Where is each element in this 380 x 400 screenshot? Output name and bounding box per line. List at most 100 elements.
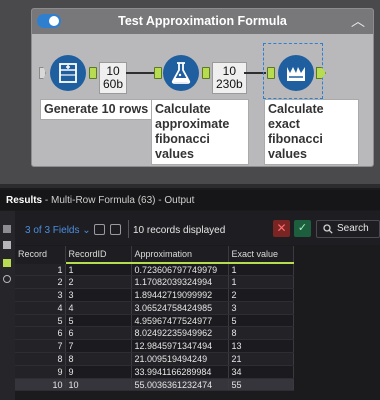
table-row[interactable]: 10 10 55.0036361232474 55 xyxy=(15,378,294,392)
exact-value-cell[interactable]: 1 xyxy=(228,263,294,277)
recordid-cell[interactable]: 4 xyxy=(65,301,132,315)
recordid-cell[interactable]: 10 xyxy=(65,378,132,392)
exact-value-cell[interactable]: 5 xyxy=(228,314,294,328)
tool-label-multi-row-formula: Calculate exact fibonacci values xyxy=(264,99,359,165)
tool-output-anchor[interactable] xyxy=(89,67,97,79)
row-number-cell[interactable]: 2 xyxy=(15,275,66,290)
data-size: 60b xyxy=(103,77,124,91)
exact-value-cell[interactable]: 2 xyxy=(228,288,294,302)
list-view-icon[interactable] xyxy=(3,241,11,249)
container-title: Test Approximation Formula xyxy=(118,14,287,28)
approximation-cell[interactable]: 33.9941166289984 xyxy=(131,365,229,379)
tool-label-generate-rows: Generate 10 rows xyxy=(40,99,153,120)
table-row[interactable]: 3 3 1.89442719099992 2 xyxy=(15,288,294,302)
connection-count-1: 10 60b xyxy=(99,62,128,94)
info-icon[interactable] xyxy=(3,275,11,283)
table-row[interactable]: 2 2 1.17082039324994 1 xyxy=(15,275,294,290)
search-input[interactable]: Search xyxy=(316,220,380,238)
workflow-canvas[interactable]: Test Approximation Formula ︿ 10 60b 10 2… xyxy=(0,0,380,184)
approximation-cell[interactable]: 0.723606797749979 xyxy=(131,263,229,277)
row-number-cell[interactable]: 7 xyxy=(15,339,66,354)
connection-line[interactable] xyxy=(126,72,154,74)
exact-value-cell[interactable]: 3 xyxy=(228,301,294,315)
table-row[interactable]: 4 4 3.06524758424985 3 xyxy=(15,301,294,315)
chevron-down-icon: ⌄ xyxy=(82,225,91,236)
row-number-cell[interactable]: 6 xyxy=(15,326,66,341)
table-row[interactable]: 5 5 4.95967477524977 5 xyxy=(15,314,294,328)
exact-value-cell[interactable]: 21 xyxy=(228,352,294,366)
cancel-button[interactable]: ✕ xyxy=(273,220,290,237)
approximation-cell[interactable]: 1.89442719099992 xyxy=(131,288,229,302)
recordid-cell[interactable]: 3 xyxy=(65,288,132,302)
results-title: Results xyxy=(6,195,43,206)
exact-value-cell[interactable]: 34 xyxy=(228,365,294,379)
search-label: Search xyxy=(337,223,369,234)
recordid-cell[interactable]: 2 xyxy=(65,275,132,290)
row-number-cell[interactable]: 8 xyxy=(15,352,66,366)
results-side-toolbar xyxy=(0,211,15,400)
approximation-cell[interactable]: 4.95967477524977 xyxy=(131,314,229,328)
recordid-cell[interactable]: 6 xyxy=(65,326,132,341)
results-subtitle: - Multi-Row Formula (63) - Output xyxy=(42,195,195,206)
row-number-cell[interactable]: 3 xyxy=(15,288,66,302)
clear-selection-icon[interactable] xyxy=(110,224,121,235)
exact-value-cell[interactable]: 8 xyxy=(228,326,294,341)
records-displayed: 10 records displayed xyxy=(133,225,226,236)
search-icon xyxy=(323,224,333,234)
exact-value-cell[interactable]: 13 xyxy=(228,339,294,354)
row-number-cell[interactable]: 5 xyxy=(15,314,66,328)
tool-input-anchor[interactable] xyxy=(154,67,162,79)
apply-button[interactable]: ✓ xyxy=(294,220,311,237)
row-number-cell[interactable]: 9 xyxy=(15,365,66,379)
tool-input-anchor[interactable] xyxy=(267,67,275,79)
row-number-cell[interactable]: 1 xyxy=(15,263,66,277)
approximation-cell[interactable]: 55.0036361232474 xyxy=(131,378,229,392)
tool-label-formula: Calculate approximate fibonacci values xyxy=(151,99,249,165)
formula-icon xyxy=(164,56,198,90)
checkbox-icon[interactable] xyxy=(94,224,105,235)
approximation-cell[interactable]: 1.17082039324994 xyxy=(131,275,229,290)
multi-row-formula-icon xyxy=(279,56,313,90)
exact-value-cell[interactable]: 55 xyxy=(228,378,294,392)
container-header: Test Approximation Formula ︿ xyxy=(32,9,373,34)
row-number-cell[interactable]: 10 xyxy=(15,378,66,392)
exact-value-cell[interactable]: 1 xyxy=(228,275,294,290)
recordid-cell[interactable]: 9 xyxy=(65,365,132,379)
output-anchor-icon[interactable] xyxy=(3,259,11,267)
recordid-cell[interactable]: 8 xyxy=(65,352,132,366)
generate-rows-tool[interactable] xyxy=(50,55,86,91)
pane-splitter[interactable] xyxy=(0,184,380,188)
fields-selector-label: 3 of 3 Fields xyxy=(25,225,80,236)
column-header-record[interactable]: Record xyxy=(15,246,66,264)
generate-rows-icon xyxy=(51,56,85,90)
table-row[interactable]: 7 7 12.9845971347494 13 xyxy=(15,339,294,354)
column-header-exact-value[interactable]: Exact value xyxy=(228,246,294,264)
table-header-row: Record RecordID Approximation Exact valu… xyxy=(15,246,294,264)
formula-tool[interactable] xyxy=(163,55,199,91)
column-header-recordid[interactable]: RecordID xyxy=(65,246,132,264)
multi-row-formula-tool[interactable] xyxy=(278,55,314,91)
approximation-cell[interactable]: 3.06524758424985 xyxy=(131,301,229,315)
table-row[interactable]: 8 8 21.009519494249 21 xyxy=(15,352,294,366)
approximation-cell[interactable]: 12.9845971347494 xyxy=(131,339,229,354)
fields-selector[interactable]: 3 of 3 Fields ⌄ xyxy=(25,225,91,236)
recordid-cell[interactable]: 1 xyxy=(65,263,132,277)
results-title-bar: Results - Multi-Row Formula (63) - Outpu… xyxy=(0,190,380,210)
table-row[interactable]: 9 9 33.9941166289984 34 xyxy=(15,365,294,379)
connection-count-2: 10 230b xyxy=(212,62,247,94)
tool-output-anchor[interactable] xyxy=(202,67,210,79)
table-row[interactable]: 6 6 8.02492235949962 8 xyxy=(15,326,294,341)
recordid-cell[interactable]: 5 xyxy=(65,314,132,328)
table-view-icon[interactable] xyxy=(3,225,11,233)
row-number-cell[interactable]: 4 xyxy=(15,301,66,315)
data-size: 230b xyxy=(216,77,243,91)
approximation-cell[interactable]: 21.009519494249 xyxy=(131,352,229,366)
results-table[interactable]: Record RecordID Approximation Exact valu… xyxy=(15,246,294,392)
chevron-up-icon[interactable]: ︿ xyxy=(351,11,365,31)
results-toolbar: 3 of 3 Fields ⌄ 10 records displayed ✕ ✓… xyxy=(15,211,380,245)
table-row[interactable]: 1 1 0.723606797749979 1 xyxy=(15,263,294,277)
approximation-cell[interactable]: 8.02492235949962 xyxy=(131,326,229,341)
column-header-approximation[interactable]: Approximation xyxy=(131,246,229,264)
recordid-cell[interactable]: 7 xyxy=(65,339,132,354)
toolbar-divider xyxy=(128,220,129,238)
